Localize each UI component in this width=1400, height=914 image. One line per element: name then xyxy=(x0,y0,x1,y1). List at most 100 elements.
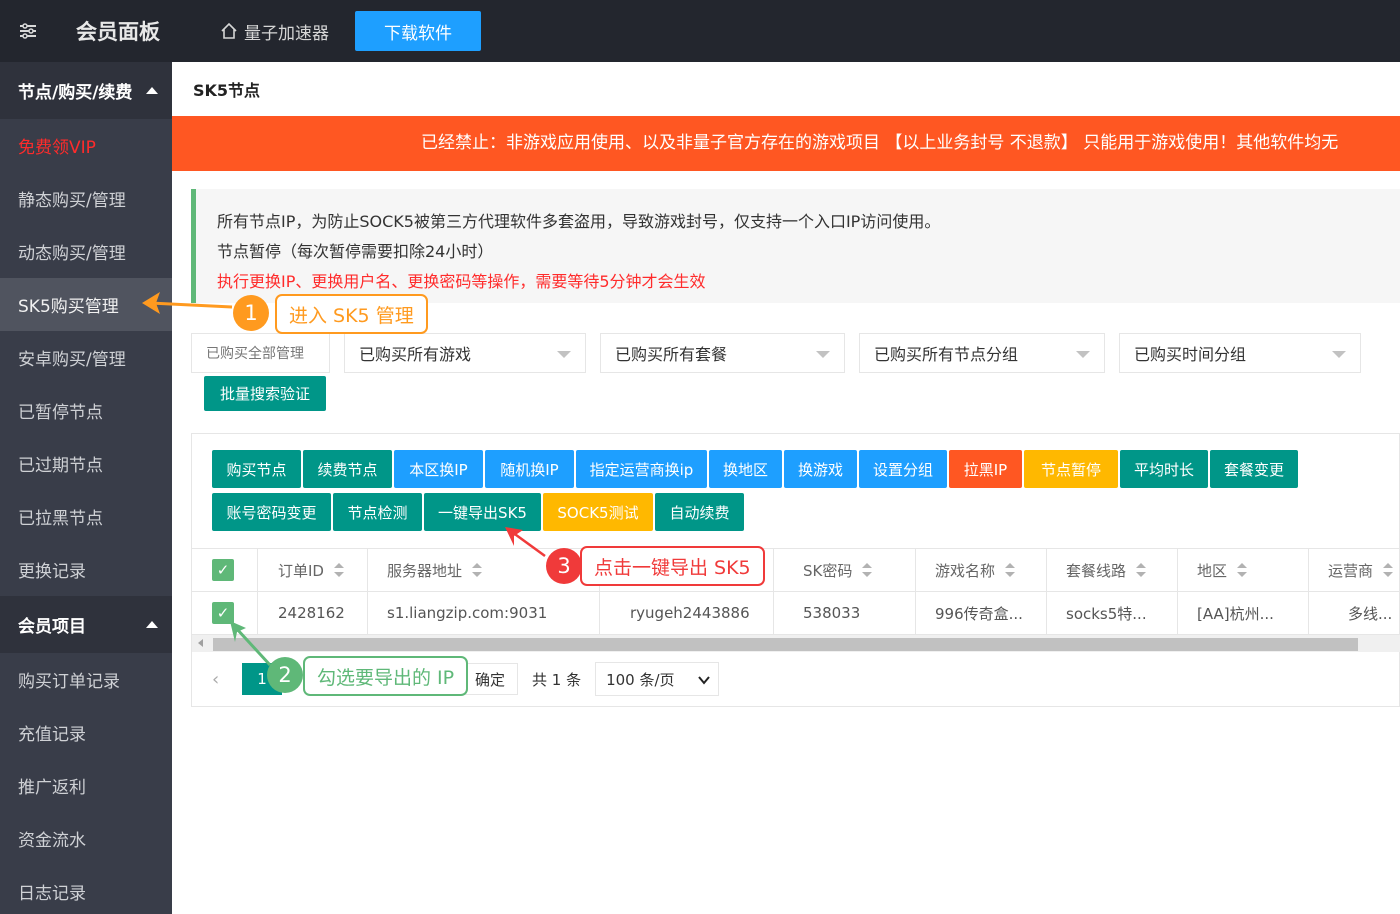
time-group-filter-select[interactable]: 已购买时间分组 xyxy=(1119,333,1361,373)
sidebar-item-paused[interactable]: 已暂停节点 xyxy=(0,384,172,437)
change-game-button[interactable]: 换游戏 xyxy=(784,450,857,488)
check-node-button[interactable]: 节点检测 xyxy=(333,493,422,531)
sidebar-item-referral[interactable]: 推广返利 xyxy=(0,759,172,812)
column-header[interactable]: 订单ID xyxy=(258,548,368,592)
caret-up-icon xyxy=(146,621,158,628)
column-header[interactable]: 游戏名称 xyxy=(916,548,1047,592)
sort-icon xyxy=(472,563,483,577)
sort-icon xyxy=(1005,563,1016,577)
page-size-select[interactable]: 100 条/页 xyxy=(595,662,720,696)
select-all-checkbox[interactable]: ✓ xyxy=(212,559,234,581)
sidebar-item-recharge[interactable]: 充值记录 xyxy=(0,706,172,759)
page-size-value: 100 条/页 xyxy=(606,670,675,689)
info-quote: 所有节点IP，为防止SOCK5被第三方代理软件多套盗用，导致游戏封号，仅支持一个… xyxy=(191,189,1400,303)
table-header-row: ✓ 订单ID 服务器地址 SK密码 游戏名称 套餐线路 地区 运营商 xyxy=(192,548,1400,592)
filter-label: 已购买全部管理 xyxy=(191,333,330,373)
step1-callout: 进入 SK5 管理 xyxy=(275,294,428,334)
main-content: SK5节点 已经禁止：非游戏应用使用、以及非量子官方存在的游戏项目 【以上业务封… xyxy=(172,62,1400,914)
auto-renew-button[interactable]: 自动续费 xyxy=(655,493,744,531)
sidebar-item-static[interactable]: 静态购买/管理 xyxy=(0,172,172,225)
sidebar-group-label: 节点/购买/续费 xyxy=(18,83,133,103)
top-header: 会员面板 量子加速器 下载软件 xyxy=(0,0,1400,62)
renew-node-button[interactable]: 续费节点 xyxy=(303,450,392,488)
column-header[interactable]: 套餐线路 xyxy=(1047,548,1178,592)
export-sk5-button[interactable]: 一键导出SK5 xyxy=(424,493,541,531)
row-checkbox[interactable]: ✓ xyxy=(212,602,234,624)
change-ip-local-button[interactable]: 本区换IP xyxy=(394,450,483,488)
column-label: SK密码 xyxy=(803,561,853,580)
change-credentials-button[interactable]: 账号密码变更 xyxy=(212,493,331,531)
horizontal-scrollbar[interactable] xyxy=(192,634,1400,652)
blacklist-ip-button[interactable]: 拉黑IP xyxy=(949,450,1022,488)
step3-badge: 3 xyxy=(546,548,582,584)
sidebar-item-android[interactable]: 安卓购买/管理 xyxy=(0,331,172,384)
select-all-cell: ✓ xyxy=(192,548,258,592)
warning-banner: 已经禁止：非游戏应用使用、以及非量子官方存在的游戏项目 【以上业务封号 不退款】… xyxy=(172,116,1400,171)
home-link-label: 量子加速器 xyxy=(244,23,329,44)
column-header[interactable]: 运营商 xyxy=(1309,549,1400,592)
column-header[interactable]: 地区 xyxy=(1178,548,1309,592)
sidebar-item-orders[interactable]: 购买订单记录 xyxy=(0,653,172,706)
column-label: 地区 xyxy=(1197,561,1228,580)
quote-line: 节点暂停（每次暂停需要扣除24小时） xyxy=(217,242,494,261)
sock5-test-button[interactable]: SOCK5测试 xyxy=(543,493,653,531)
server-address-cell: s1.liangzip.com:9031 xyxy=(368,591,600,635)
prev-page-icon[interactable]: ‹ xyxy=(192,669,222,690)
page-title: SK5节点 xyxy=(172,62,1400,116)
page-confirm-button[interactable]: 确定 xyxy=(462,663,518,695)
column-header[interactable]: SK密码 xyxy=(774,548,916,592)
menu-toggle-icon[interactable] xyxy=(0,0,56,62)
sidebar-item-sk5[interactable]: SK5购买管理 xyxy=(0,278,172,331)
row-select-cell: ✓ xyxy=(192,591,258,635)
content-card: 所有节点IP，为防止SOCK5被第三方代理软件多套盗用，导致游戏封号，仅支持一个… xyxy=(172,171,1400,914)
table-row[interactable]: ✓ 2428162 s1.liangzip.com:9031 ryugeh244… xyxy=(192,591,1400,635)
column-label: 订单ID xyxy=(278,561,324,580)
sidebar-item-dynamic[interactable]: 动态购买/管理 xyxy=(0,225,172,278)
quote-line: 所有节点IP，为防止SOCK5被第三方代理软件多套盗用，导致游戏封号，仅支持一个… xyxy=(217,212,941,231)
game-filter-select[interactable]: 已购买所有游戏 xyxy=(344,333,586,373)
step3-callout: 点击一键导出 SK5 xyxy=(580,546,765,586)
region-cell: [AA]杭州... xyxy=(1178,591,1309,635)
sidebar-item-logs[interactable]: 日志记录 xyxy=(0,865,172,914)
game-name-cell: 996传奇盒... xyxy=(916,591,1047,635)
toolbar-row-2: 账号密码变更 节点检测 一键导出SK5 SOCK5测试 自动续费 xyxy=(212,493,746,531)
filter-bar: 已购买全部管理 已购买所有游戏 已购买所有套餐 已购买所有节点分组 已购买时间分… xyxy=(191,333,1361,373)
scroll-left-icon[interactable] xyxy=(198,639,203,647)
pause-node-button[interactable]: 节点暂停 xyxy=(1024,450,1118,488)
toolbar-row-1: 购买节点 续费节点 本区换IP 随机换IP 指定运营商换ip 换地区 换游戏 设… xyxy=(212,450,1300,488)
package-filter-select[interactable]: 已购买所有套餐 xyxy=(600,333,845,373)
order-id-cell: 2428162 xyxy=(258,591,368,635)
random-ip-button[interactable]: 随机换IP xyxy=(485,450,574,488)
total-count: 共 1 条 xyxy=(532,670,582,689)
dropdown-arrow-icon xyxy=(557,351,571,358)
sort-icon xyxy=(333,563,344,577)
download-software-button[interactable]: 下载软件 xyxy=(355,11,481,51)
sidebar-item-funds[interactable]: 资金流水 xyxy=(0,812,172,865)
set-group-button[interactable]: 设置分组 xyxy=(859,450,947,488)
column-label: 套餐线路 xyxy=(1066,561,1127,580)
package-line-cell: socks5特... xyxy=(1047,591,1178,635)
buy-node-button[interactable]: 购买节点 xyxy=(212,450,301,488)
brand-title: 会员面板 xyxy=(76,20,160,44)
scrollbar-thumb[interactable] xyxy=(213,638,1358,651)
column-label: 运营商 xyxy=(1328,561,1374,580)
isp-change-ip-button[interactable]: 指定运营商换ip xyxy=(576,450,707,488)
sidebar-item-change-log[interactable]: 更换记录 xyxy=(0,543,172,596)
sidebar-item-blacklisted[interactable]: 已拉黑节点 xyxy=(0,490,172,543)
sidebar-item-free-vip[interactable]: 免费领VIP xyxy=(0,119,172,172)
step2-badge: 2 xyxy=(267,657,303,693)
change-region-button[interactable]: 换地区 xyxy=(709,450,782,488)
sidebar-item-expired[interactable]: 已过期节点 xyxy=(0,437,172,490)
sidebar-group-member[interactable]: 会员项目 xyxy=(0,596,172,653)
node-group-filter-select[interactable]: 已购买所有节点分组 xyxy=(859,333,1105,373)
sort-icon xyxy=(862,563,873,577)
batch-search-button[interactable]: 批量搜索验证 xyxy=(204,376,326,411)
quote-warning-line: 执行更换IP、更换用户名、更换密码等操作，需要等待5分钟才会生效 xyxy=(217,272,706,291)
home-link[interactable]: 量子加速器 xyxy=(220,19,329,44)
sidebar-group-nodes[interactable]: 节点/购买/续费 xyxy=(0,62,172,119)
average-duration-button[interactable]: 平均时长 xyxy=(1120,450,1208,488)
step2-callout: 勾选要导出的 IP xyxy=(303,656,469,696)
chevron-down-icon xyxy=(698,676,710,685)
column-label: 游戏名称 xyxy=(935,561,996,580)
change-package-button[interactable]: 套餐变更 xyxy=(1210,450,1298,488)
